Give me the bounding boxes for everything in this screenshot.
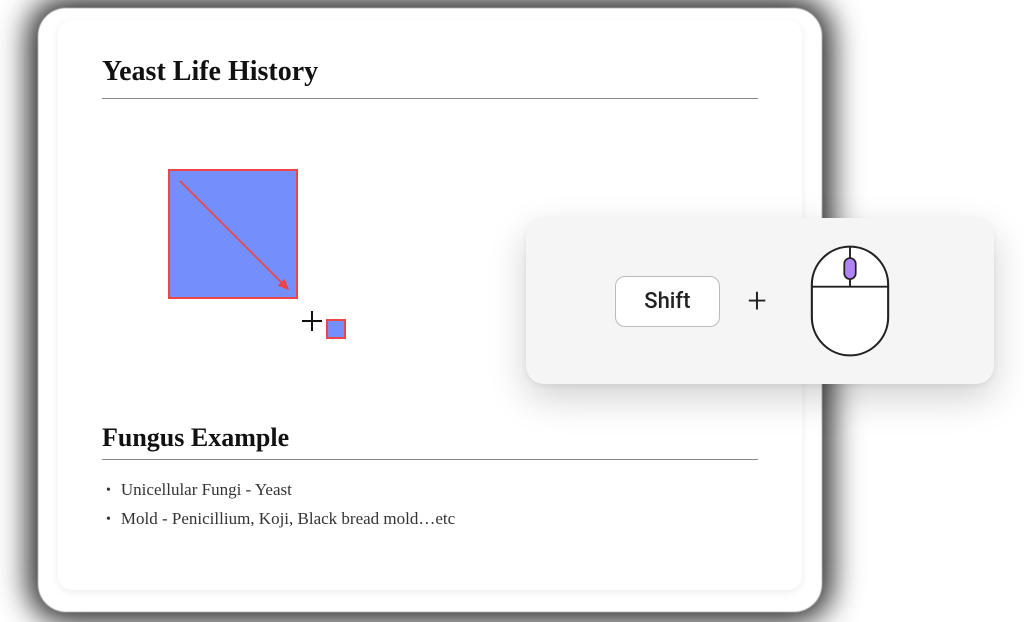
crosshair-cursor-icon (297, 306, 327, 336)
drawn-square-small[interactable] (326, 319, 346, 339)
heading-divider-2 (102, 459, 758, 460)
plus-icon: + (748, 281, 767, 321)
heading-fungus-example: Fungus Example (102, 423, 758, 453)
drawn-square-large[interactable] (168, 169, 298, 299)
list-item: Mold - Penicillium, Koji, Black bread mo… (106, 505, 758, 534)
shortcut-hint-panel: Shift + (526, 218, 994, 384)
fungus-list: Unicellular Fungi - Yeast Mold - Penicil… (102, 476, 758, 534)
heading-divider-1 (102, 98, 758, 99)
heading-yeast-life-history: Yeast Life History (102, 56, 758, 88)
mouse-icon (795, 233, 905, 369)
shift-key: Shift (615, 276, 719, 327)
list-item: Unicellular Fungi - Yeast (106, 476, 758, 505)
